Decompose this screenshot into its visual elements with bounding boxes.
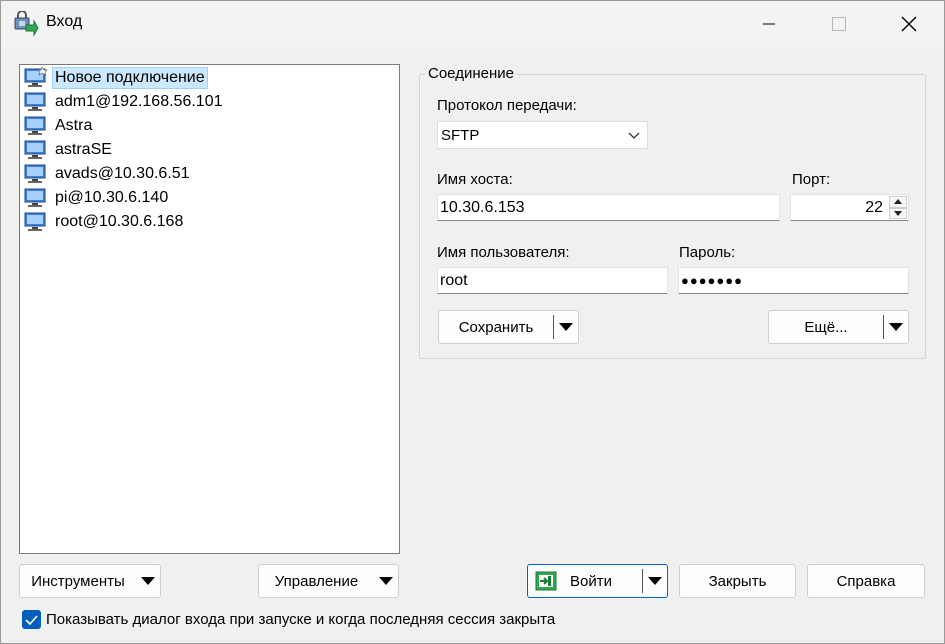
username-input[interactable]: root [437, 267, 668, 294]
computer-icon [24, 188, 46, 207]
dropdown-arrow-icon [374, 577, 398, 585]
password-value: ●●●●●●● [681, 273, 743, 288]
computer-icon [24, 212, 46, 231]
spin-up-icon[interactable] [889, 196, 907, 208]
session-item[interactable]: astraSE [24, 138, 114, 162]
login-icon [528, 571, 564, 591]
login-label: Войти [570, 572, 612, 590]
session-label: Новое подключение [52, 67, 208, 89]
tools-label: Инструменты [31, 572, 125, 590]
port-spinner[interactable]: 22 [790, 194, 909, 221]
tools-button[interactable]: Инструменты [19, 564, 161, 598]
connection-group-title: Соединение [425, 65, 517, 82]
close-label: Закрыть [708, 572, 767, 590]
host-input[interactable]: 10.30.6.153 [437, 194, 780, 221]
spin-down-icon[interactable] [889, 207, 907, 219]
chevron-down-icon [628, 132, 640, 139]
save-label: Сохранить [458, 318, 534, 336]
host-label: Имя хоста: [437, 171, 513, 188]
protocol-label: Протокол передачи: [437, 97, 577, 114]
session-item[interactable]: root@10.30.6.168 [24, 210, 185, 234]
session-label: avads@10.30.6.51 [55, 165, 190, 182]
protocol-select[interactable]: SFTP [437, 121, 648, 149]
login-button[interactable]: Войти [527, 564, 668, 598]
session-item-new[interactable]: Новое подключение [24, 66, 208, 90]
computer-icon [24, 92, 46, 111]
port-value: 22 [865, 198, 883, 216]
session-label: pi@10.30.6.140 [55, 189, 169, 206]
manage-label: Управление [274, 572, 359, 590]
minimize-button[interactable] [739, 1, 799, 47]
winscp-login-icon [13, 10, 39, 37]
password-input[interactable]: ●●●●●●● [678, 267, 909, 294]
username-value: root [440, 271, 468, 289]
checkmark-icon [25, 614, 38, 625]
dropdown-arrow-icon [136, 577, 160, 585]
session-item[interactable]: avads@10.30.6.51 [24, 162, 192, 186]
port-label: Порт: [792, 171, 831, 188]
session-item[interactable]: pi@10.30.6.140 [24, 186, 170, 210]
session-label: adm1@192.168.56.101 [55, 93, 223, 110]
session-label: astraSE [55, 141, 112, 158]
close-button[interactable]: Закрыть [679, 564, 796, 598]
minimize-icon [763, 23, 775, 25]
close-icon [901, 16, 917, 32]
help-button[interactable]: Справка [807, 564, 925, 598]
more-label: Ещё... [804, 318, 848, 336]
maximize-icon [832, 17, 846, 31]
manage-button[interactable]: Управление [258, 564, 399, 598]
computer-icon [24, 116, 46, 135]
more-button[interactable]: Ещё... [768, 310, 909, 344]
computer-icon [24, 140, 46, 159]
dropdown-arrow-icon[interactable] [884, 323, 908, 331]
session-label: Astra [55, 117, 93, 134]
host-value: 10.30.6.153 [440, 198, 525, 216]
title-bar: Вход [1, 1, 944, 47]
show-dialog-checkbox[interactable] [22, 610, 41, 629]
show-dialog-label[interactable]: Показывать диалог входа при запуске и ко… [46, 611, 555, 628]
session-item[interactable]: Astra [24, 114, 94, 138]
dropdown-arrow-icon[interactable] [643, 577, 667, 585]
username-label: Имя пользователя: [437, 244, 570, 261]
session-label: root@10.30.6.168 [55, 213, 184, 230]
session-item[interactable]: adm1@192.168.56.101 [24, 90, 224, 114]
session-tree[interactable]: Новое подключение adm1@192.168.56.101 As… [19, 64, 400, 554]
close-window-button[interactable] [879, 1, 939, 47]
help-label: Справка [836, 572, 896, 590]
window-title: Вход [46, 13, 83, 30]
password-label: Пароль: [679, 244, 736, 261]
login-dialog: Вход Новое подключение adm1@192.168.56.1… [0, 0, 945, 644]
save-button[interactable]: Сохранить [438, 310, 579, 344]
port-spin-arrows[interactable] [889, 196, 907, 219]
protocol-value: SFTP [441, 126, 480, 144]
new-site-icon [24, 67, 48, 87]
dropdown-arrow-icon[interactable] [554, 323, 578, 331]
computer-icon [24, 164, 46, 183]
maximize-button[interactable] [809, 1, 869, 47]
